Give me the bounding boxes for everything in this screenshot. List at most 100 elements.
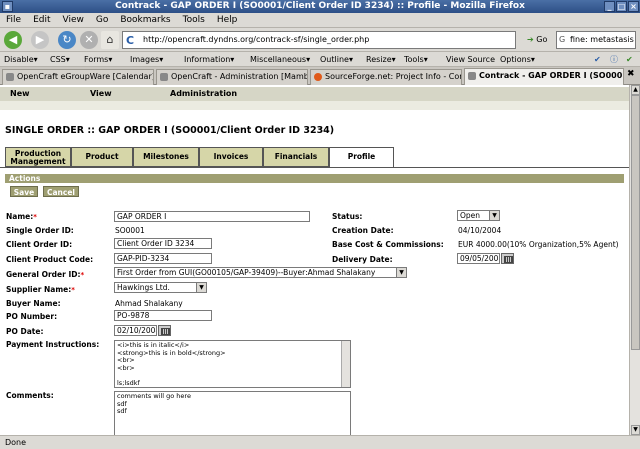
close-icon[interactable]: ×: [628, 1, 639, 12]
tab-profile[interactable]: Profile: [329, 147, 394, 168]
go-button[interactable]: ➔ Go: [527, 31, 547, 49]
tab-milestones[interactable]: Milestones: [133, 147, 199, 167]
favicon-icon: [6, 73, 14, 81]
status-bar: Done: [0, 435, 640, 449]
comments-label: Comments:: [6, 391, 54, 400]
app-menu-administration[interactable]: Administration: [170, 87, 237, 101]
maximize-icon[interactable]: □: [616, 1, 627, 12]
devbar-tools[interactable]: Tools▾: [404, 52, 428, 67]
devbar-forms[interactable]: Forms▾: [84, 52, 112, 67]
payment-instructions-textarea[interactable]: <i>this is in italic</i> <strong>this is…: [114, 340, 351, 388]
devbar-resize[interactable]: Resize▾: [366, 52, 396, 67]
devbar-view-source[interactable]: View Source: [446, 52, 495, 67]
home-icon[interactable]: ⌂: [101, 31, 119, 49]
app-menu-view[interactable]: View: [90, 87, 112, 101]
menu-bookmarks[interactable]: Bookmarks: [114, 13, 176, 28]
info-icon[interactable]: ⓘ: [610, 52, 618, 67]
search-text: fine: metastasis: [570, 35, 634, 44]
url-input[interactable]: C http://opencraft.dyndns.org/contrack-s…: [122, 31, 516, 49]
client-order-id-input[interactable]: Client Order ID 3234: [114, 238, 212, 249]
devbar-disable[interactable]: Disable▾: [4, 52, 38, 67]
app-submenu: [0, 101, 629, 110]
general-order-id-select[interactable]: First Order from GUI(GO00105/GAP-39409)-…: [114, 267, 407, 278]
tab-label: SourceForge.net: Project Info - Contr...: [325, 72, 461, 81]
search-engine-icon: G: [559, 35, 566, 44]
supplier-name-select[interactable]: Hawkings Ltd. ▼: [114, 282, 207, 293]
name-input[interactable]: GAP ORDER I: [114, 211, 310, 222]
status-select[interactable]: Open ▼: [457, 210, 500, 221]
forward-button-icon[interactable]: ▶: [31, 31, 49, 49]
base-cost-value: EUR 4000.00(10% Organization,5% Agent): [458, 240, 619, 249]
tab-invoices[interactable]: Invoices: [199, 147, 263, 167]
tab-mambo[interactable]: OpenCraft - Administration [Mambo]: [156, 69, 308, 85]
devbar-css[interactable]: CSS▾: [50, 52, 70, 67]
page-title: SINGLE ORDER :: GAP ORDER I (SO0001/Clie…: [5, 125, 335, 136]
supplier-name-label: Supplier Name:*: [6, 285, 75, 294]
menu-tools[interactable]: Tools: [177, 13, 211, 28]
favicon-icon: [468, 72, 476, 80]
back-button-icon[interactable]: ◀: [4, 31, 22, 49]
single-order-id-label: Single Order ID:: [6, 226, 74, 235]
tab-egroupware[interactable]: OpenCraft eGroupWare [Calendar]: [2, 69, 154, 85]
tab-sourceforge[interactable]: SourceForge.net: Project Info - Contr...: [310, 69, 462, 85]
go-arrow-icon: ➔: [527, 35, 534, 44]
page-content: New View Administration SINGLE ORDER :: …: [0, 85, 629, 435]
devbar-miscellaneous[interactable]: Miscellaneous▾: [250, 52, 310, 67]
save-button[interactable]: Save: [10, 186, 38, 197]
favicon-icon: [160, 73, 168, 81]
devbar-images[interactable]: Images▾: [130, 52, 163, 67]
devbar-options[interactable]: Options▾: [500, 52, 535, 67]
reload-icon[interactable]: ↻: [58, 31, 76, 49]
scroll-thumb[interactable]: [631, 95, 640, 350]
devbar-information[interactable]: Information▾: [184, 52, 234, 67]
tab-label: Contrack - GAP ORDER I (SO000...: [479, 71, 624, 80]
calendar-icon[interactable]: [501, 253, 514, 264]
validate-icon[interactable]: ✔: [594, 52, 601, 67]
textarea-scrollbar[interactable]: [341, 341, 350, 387]
tab-production-management[interactable]: Production Management: [5, 147, 71, 167]
search-input[interactable]: G fine: metastasis: [556, 31, 636, 49]
window-title: Contrack - GAP ORDER I (SO0001/Client Or…: [115, 1, 525, 11]
creation-date-label: Creation Date:: [332, 226, 394, 235]
calendar-icon[interactable]: [158, 325, 171, 336]
favicon-icon: [314, 73, 322, 81]
stop-icon[interactable]: ✕: [80, 31, 98, 49]
delivery-date-label: Delivery Date:: [332, 255, 393, 264]
delivery-date-input[interactable]: 09/05/2005: [457, 253, 500, 264]
browser-tab-bar: OpenCraft eGroupWare [Calendar] OpenCraf…: [0, 67, 640, 85]
window-menu-icon[interactable]: ▪: [2, 1, 13, 12]
menu-file[interactable]: File: [0, 13, 27, 28]
minimize-icon[interactable]: _: [604, 1, 615, 12]
cancel-button[interactable]: Cancel: [43, 186, 79, 197]
app-menu-new[interactable]: New: [10, 87, 30, 101]
url-text: http://opencraft.dyndns.org/contrack-sf/…: [143, 35, 370, 44]
single-order-id-value: SO0001: [115, 226, 145, 235]
tab-contrack[interactable]: Contrack - GAP ORDER I (SO000...: [464, 68, 624, 85]
page-scrollbar[interactable]: ▲ ▼: [629, 85, 640, 435]
client-product-code-input[interactable]: GAP-PID-3234: [114, 253, 212, 264]
menu-go[interactable]: Go: [90, 13, 114, 28]
name-label: Name:*: [6, 212, 37, 221]
creation-date-value: 04/10/2004: [458, 226, 502, 235]
close-tab-icon[interactable]: ✖: [627, 69, 635, 79]
general-order-id-label: General Order ID:*: [6, 270, 85, 279]
scroll-up-icon[interactable]: ▲: [631, 85, 640, 95]
tab-financials[interactable]: Financials: [263, 147, 329, 167]
menu-help[interactable]: Help: [211, 13, 244, 28]
po-date-input[interactable]: 02/10/2004: [114, 325, 157, 336]
po-number-input[interactable]: PO-9878: [114, 310, 212, 321]
menu-edit[interactable]: Edit: [27, 13, 56, 28]
menu-view[interactable]: View: [57, 13, 90, 28]
buyer-name-label: Buyer Name:: [6, 299, 61, 308]
tab-label: OpenCraft eGroupWare [Calendar]: [17, 72, 154, 81]
comments-textarea[interactable]: comments will go here sdf sdf: [114, 391, 351, 435]
devbar-outline[interactable]: Outline▾: [320, 52, 353, 67]
check-icon[interactable]: ✔: [626, 52, 633, 67]
po-number-label: PO Number:: [6, 312, 58, 321]
payment-instructions-label: Payment Instructions:: [6, 340, 100, 349]
window-titlebar: Contrack - GAP ORDER I (SO0001/Client Or…: [0, 0, 640, 13]
scroll-down-icon[interactable]: ▼: [631, 425, 640, 435]
tab-product[interactable]: Product: [71, 147, 133, 167]
navigation-toolbar: ◀ ▶ ↻ ✕ ⌂ C http://opencraft.dyndns.org/…: [0, 28, 640, 52]
chevron-down-icon: ▼: [196, 283, 206, 292]
